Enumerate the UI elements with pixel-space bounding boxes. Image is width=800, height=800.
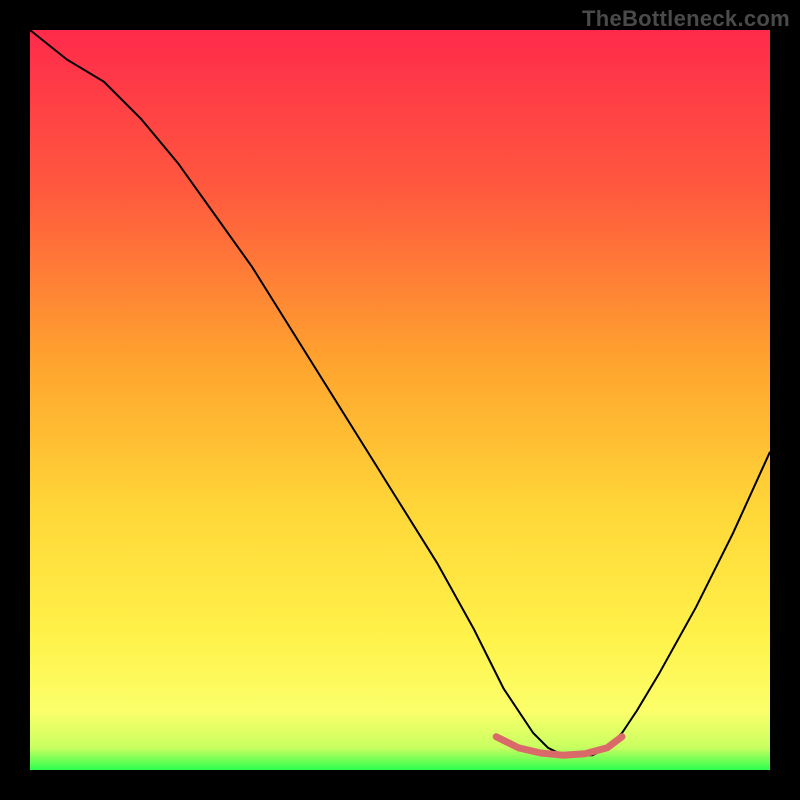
gradient-plot-background [30, 30, 770, 770]
chart-svg [0, 0, 800, 800]
watermark-text: TheBottleneck.com [582, 6, 790, 32]
bottleneck-chart: TheBottleneck.com [0, 0, 800, 800]
